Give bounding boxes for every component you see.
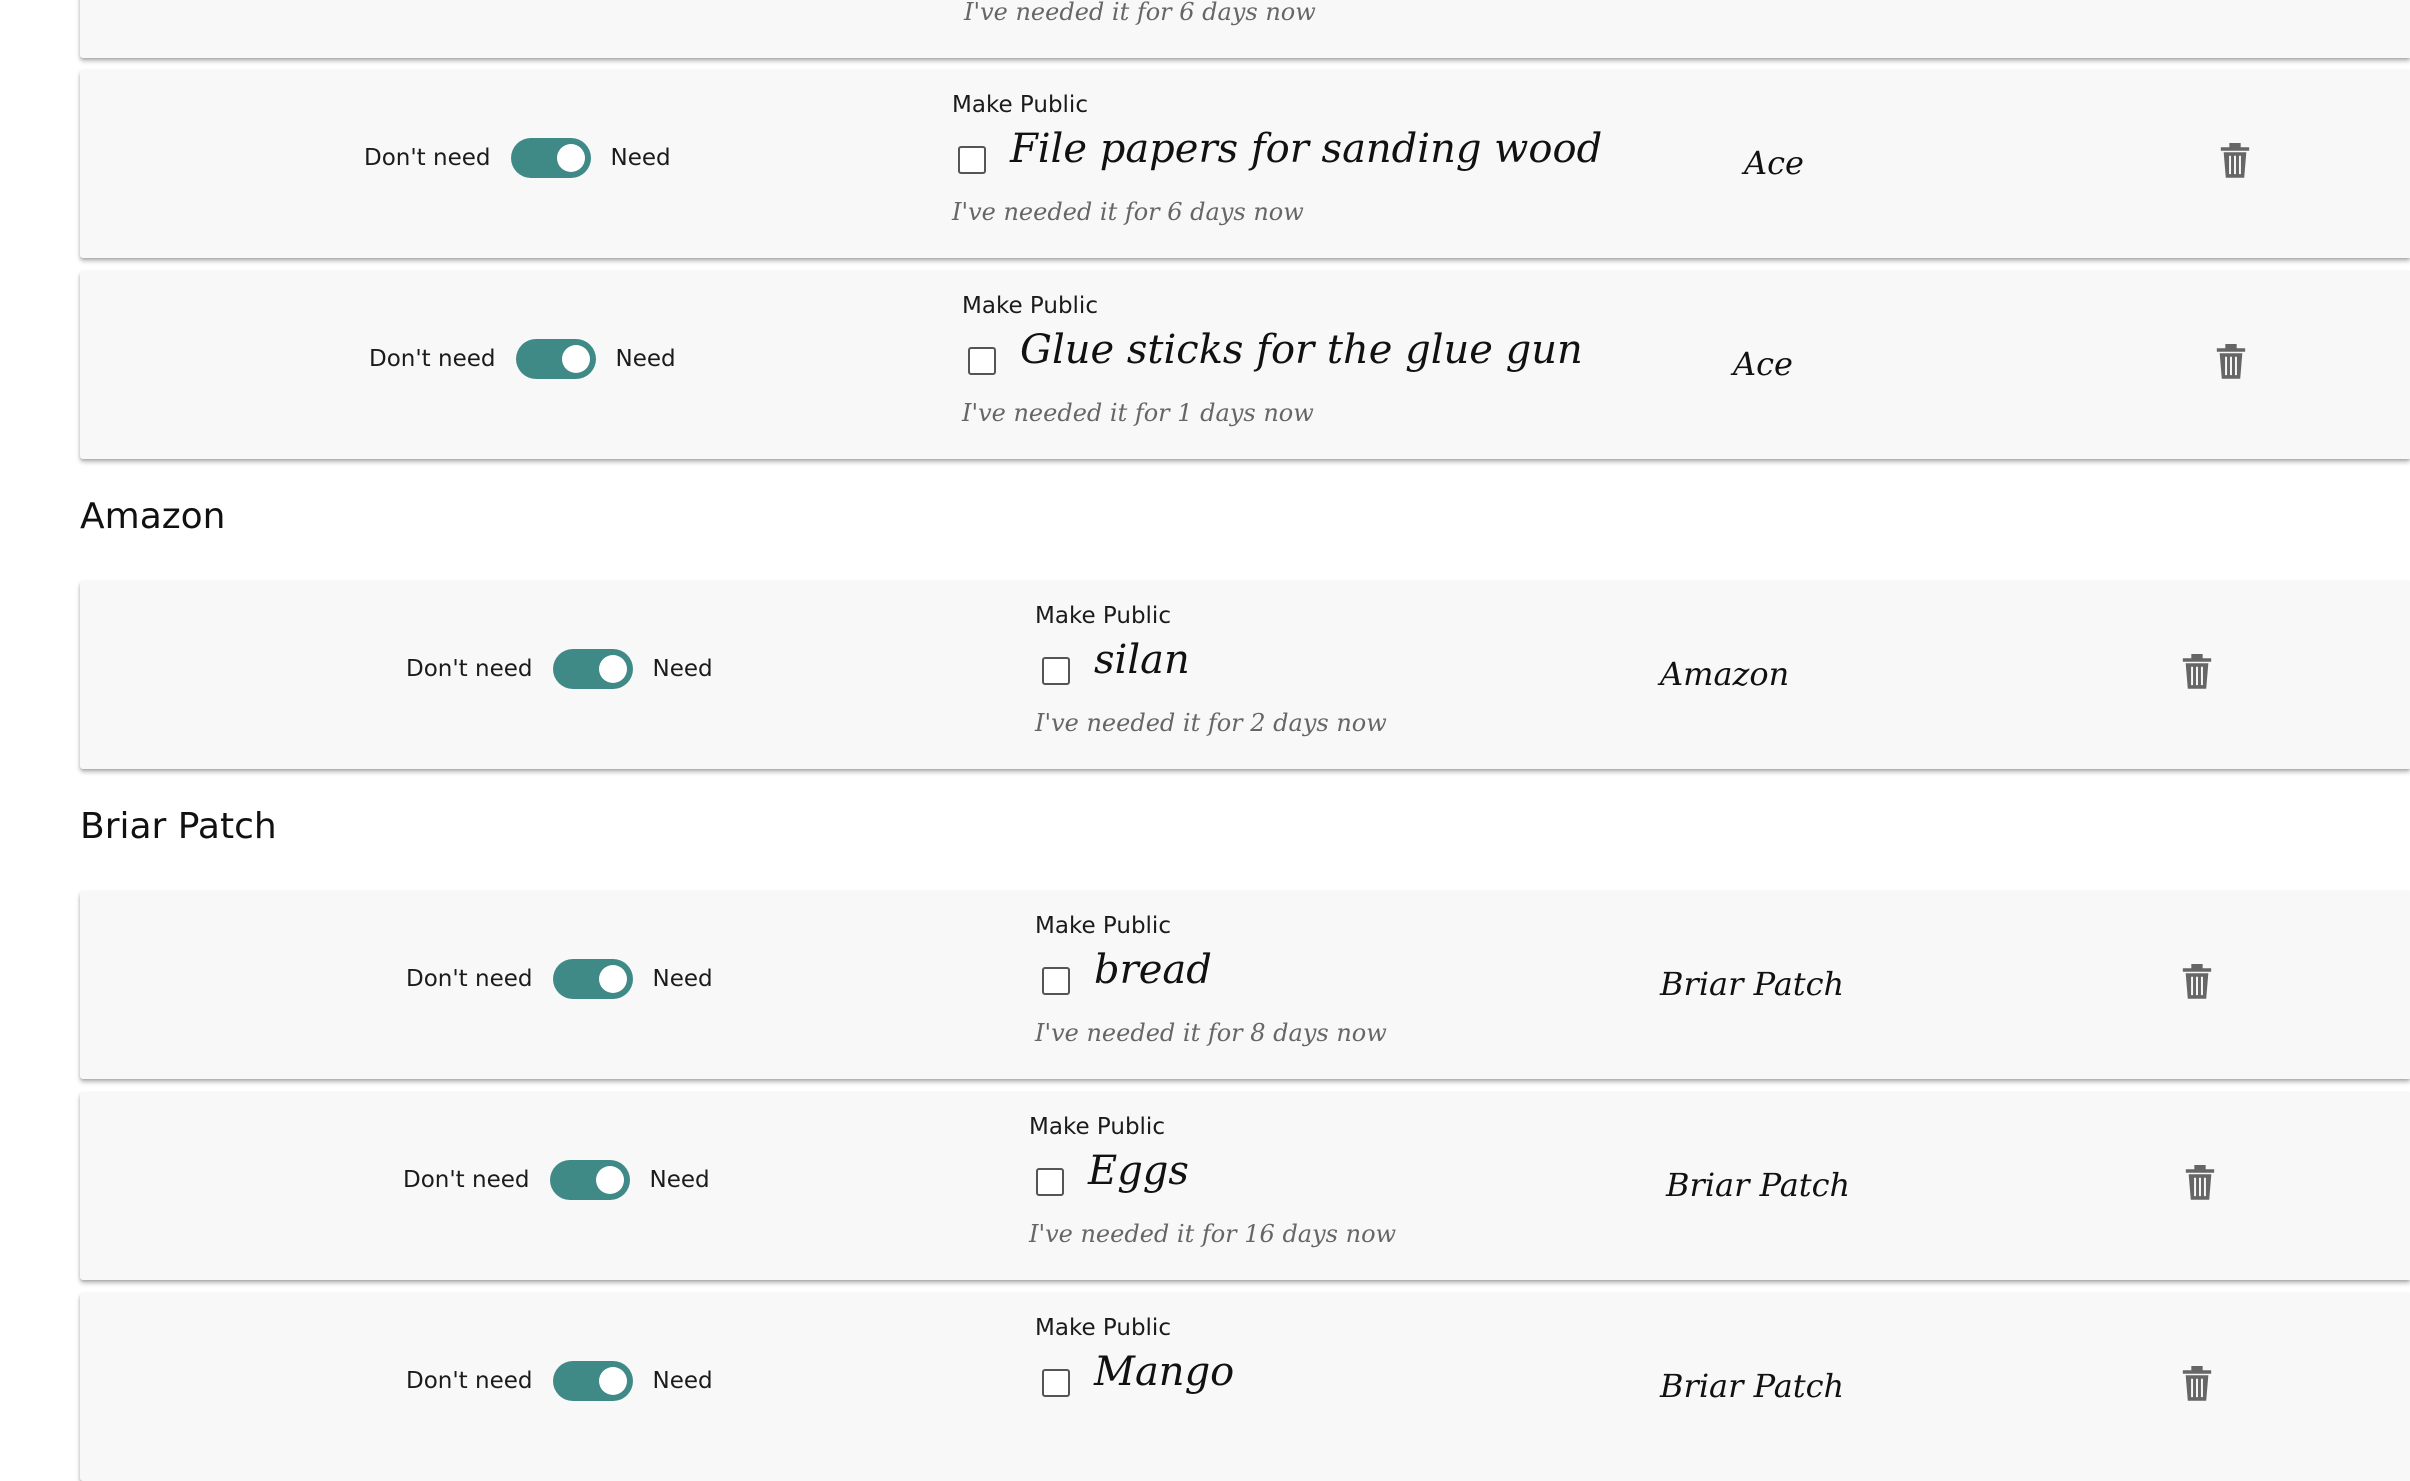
delete-button[interactable] — [2214, 341, 2248, 381]
dont-need-label: Don't need — [406, 656, 533, 682]
need-label: Need — [649, 1167, 710, 1193]
needed-since-text: I've needed it for 16 days now — [1029, 1220, 1397, 1248]
store-name: Ace — [1733, 345, 1793, 383]
delete-button[interactable] — [2218, 140, 2252, 180]
toggle-knob — [598, 965, 627, 993]
list-item: Don't need Need Make Public bread I've n… — [80, 891, 2410, 1079]
make-public-label: Make Public — [962, 293, 1098, 319]
need-label: Need — [652, 966, 713, 992]
need-label: Need — [615, 346, 676, 372]
trash-icon — [2185, 1165, 2215, 1200]
needed-since-text: I've needed it for 2 days now — [1035, 709, 1387, 737]
item-name: bread — [1094, 947, 1212, 993]
delete-button[interactable] — [2183, 1162, 2217, 1202]
make-public-label: Make Public — [952, 92, 1088, 118]
store-name: Amazon — [1660, 655, 1790, 693]
need-toggle-group: Don't need Need — [364, 138, 671, 178]
store-name: Briar Patch — [1660, 965, 1845, 1003]
need-toggle-group: Don't need Need — [406, 649, 713, 689]
needed-since-text: I've needed it for 6 days now — [964, 0, 1316, 26]
need-toggle[interactable] — [515, 339, 596, 379]
need-toggle-group: Don't need Need — [403, 1160, 710, 1200]
list-item: Don't need Need Make Public File papers … — [80, 70, 2410, 258]
delete-button[interactable] — [2180, 961, 2214, 1001]
make-public-checkbox[interactable] — [1036, 1168, 1064, 1196]
trash-icon — [2182, 964, 2212, 999]
needed-since-text: I've needed it for 6 days now — [952, 198, 1304, 226]
list-item: Don't need Need Make Public silan I've n… — [80, 581, 2410, 769]
list-item: I've needed it for 6 days now — [80, 0, 2410, 58]
toggle-knob — [561, 345, 590, 373]
item-name: silan — [1094, 637, 1190, 683]
item-name: Mango — [1094, 1349, 1235, 1395]
trash-icon — [2220, 143, 2250, 178]
item-name: Eggs — [1088, 1148, 1189, 1194]
need-label: Need — [610, 145, 671, 171]
trash-icon — [2216, 344, 2246, 379]
need-toggle[interactable] — [510, 138, 591, 178]
store-name: Briar Patch — [1660, 1367, 1845, 1405]
delete-button[interactable] — [2180, 651, 2214, 691]
trash-icon — [2182, 1366, 2212, 1401]
list-item: Don't need Need Make Public Glue sticks … — [80, 271, 2410, 459]
make-public-label: Make Public — [1035, 913, 1171, 939]
need-toggle-group: Don't need Need — [406, 1361, 713, 1401]
need-toggle[interactable] — [552, 649, 633, 689]
dont-need-label: Don't need — [406, 966, 533, 992]
toggle-knob — [595, 1166, 624, 1194]
store-name: Briar Patch — [1666, 1166, 1851, 1204]
make-public-checkbox[interactable] — [1042, 1369, 1070, 1397]
need-label: Need — [652, 656, 713, 682]
needed-since-text: I've needed it for 1 days now — [962, 399, 1314, 427]
dont-need-label: Don't need — [369, 346, 496, 372]
need-toggle[interactable] — [549, 1160, 630, 1200]
make-public-checkbox[interactable] — [968, 347, 996, 375]
needed-since-text: I've needed it for 8 days now — [1035, 1019, 1387, 1047]
item-name: Glue sticks for the glue gun — [1020, 327, 1583, 373]
make-public-label: Make Public — [1035, 1315, 1171, 1341]
make-public-label: Make Public — [1029, 1114, 1165, 1140]
need-label: Need — [652, 1368, 713, 1394]
trash-icon — [2182, 654, 2212, 689]
store-name: Ace — [1744, 144, 1804, 182]
section-title-briar-patch: Briar Patch — [80, 806, 277, 847]
list-item: Don't need Need Make Public Mango Briar … — [80, 1293, 2410, 1481]
need-toggle[interactable] — [552, 959, 633, 999]
make-public-label: Make Public — [1035, 603, 1171, 629]
toggle-knob — [598, 655, 627, 683]
list-item: Don't need Need Make Public Eggs I've ne… — [80, 1092, 2410, 1280]
need-toggle[interactable] — [552, 1361, 633, 1401]
need-toggle-group: Don't need Need — [406, 959, 713, 999]
make-public-checkbox[interactable] — [958, 146, 986, 174]
dont-need-label: Don't need — [406, 1368, 533, 1394]
make-public-checkbox[interactable] — [1042, 967, 1070, 995]
need-toggle-group: Don't need Need — [369, 339, 676, 379]
dont-need-label: Don't need — [403, 1167, 530, 1193]
delete-button[interactable] — [2180, 1363, 2214, 1403]
item-name: File papers for sanding wood — [1010, 126, 1603, 172]
toggle-knob — [556, 144, 585, 172]
make-public-checkbox[interactable] — [1042, 657, 1070, 685]
toggle-knob — [598, 1367, 627, 1395]
dont-need-label: Don't need — [364, 145, 491, 171]
section-title-amazon: Amazon — [80, 496, 226, 537]
